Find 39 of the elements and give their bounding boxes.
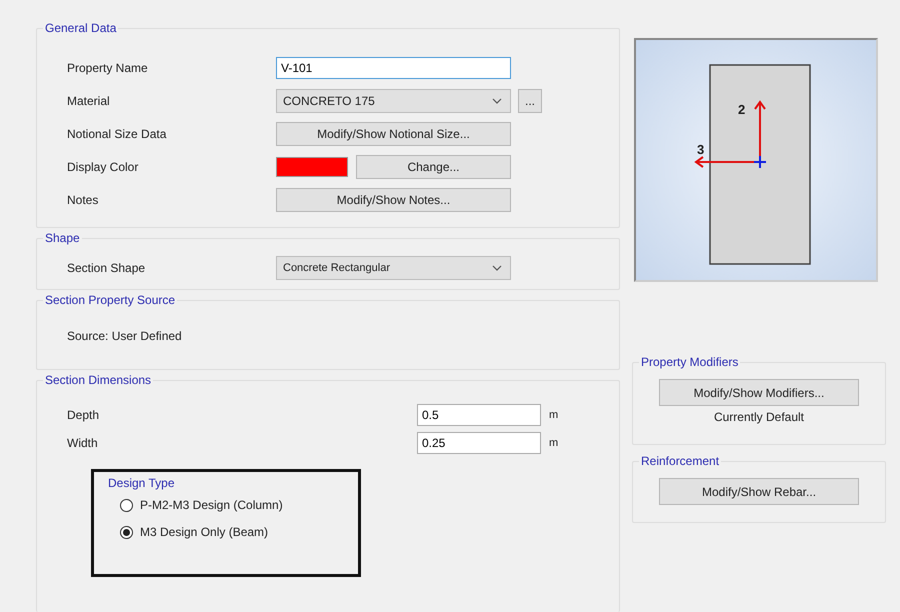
group-title: Property Modifiers xyxy=(639,355,740,369)
section-shape-dropdown[interactable]: Concrete Rectangular xyxy=(276,256,511,280)
browse-button[interactable]: ... xyxy=(518,88,542,112)
field-label: Notes xyxy=(66,192,100,206)
material-dropdown[interactable]: CONCRETO 175 xyxy=(276,88,511,112)
radio-label[interactable]: M3 Design Only (Beam) xyxy=(140,525,268,539)
caret-icon xyxy=(492,264,502,270)
field-label: Width xyxy=(66,436,99,450)
axis-label: 2 xyxy=(738,102,746,117)
caret-icon xyxy=(492,98,502,104)
field-label: Material xyxy=(66,94,111,108)
group-title: General Data xyxy=(43,21,118,35)
axis-label: 3 xyxy=(697,142,704,157)
field-label: Section Shape xyxy=(66,260,146,274)
modify-rebar-button[interactable]: Modify/Show Rebar... xyxy=(659,478,859,505)
dimension-field[interactable]: 0.5 xyxy=(417,404,541,426)
group-title: Design Type xyxy=(107,476,176,490)
unit-label: m xyxy=(549,437,558,449)
group-title: Shape xyxy=(43,231,82,245)
group-title: Reinforcement xyxy=(639,454,722,468)
modify-button[interactable]: Modify/Show Notional Size... xyxy=(276,122,511,146)
radio-button[interactable] xyxy=(120,498,133,512)
radio-button[interactable] xyxy=(120,526,133,538)
property-name-field[interactable]: V-101 xyxy=(276,56,511,78)
field-label: Depth xyxy=(66,408,100,422)
unit-label: m xyxy=(549,409,558,421)
color-swatch[interactable] xyxy=(276,156,348,176)
modify-modifiers-button[interactable]: Modify/Show Modifiers... xyxy=(659,379,859,406)
radio-label[interactable]: P-M2-M3 Design (Column) xyxy=(140,498,283,512)
change-button[interactable]: Change... xyxy=(356,154,511,178)
source-text: Source: User Defined xyxy=(67,329,182,343)
modify-button[interactable]: Modify/Show Notes... xyxy=(276,188,511,212)
dimension-field[interactable]: 0.25 xyxy=(417,432,541,454)
field-label: Property Name xyxy=(66,60,149,74)
field-label: Display Color xyxy=(66,160,140,174)
group-title: Section Dimensions xyxy=(43,373,154,387)
status-text: Currently Default xyxy=(714,410,804,424)
field-label: Notional Size Data xyxy=(66,126,168,140)
group-title: Section Property Source xyxy=(43,293,178,307)
